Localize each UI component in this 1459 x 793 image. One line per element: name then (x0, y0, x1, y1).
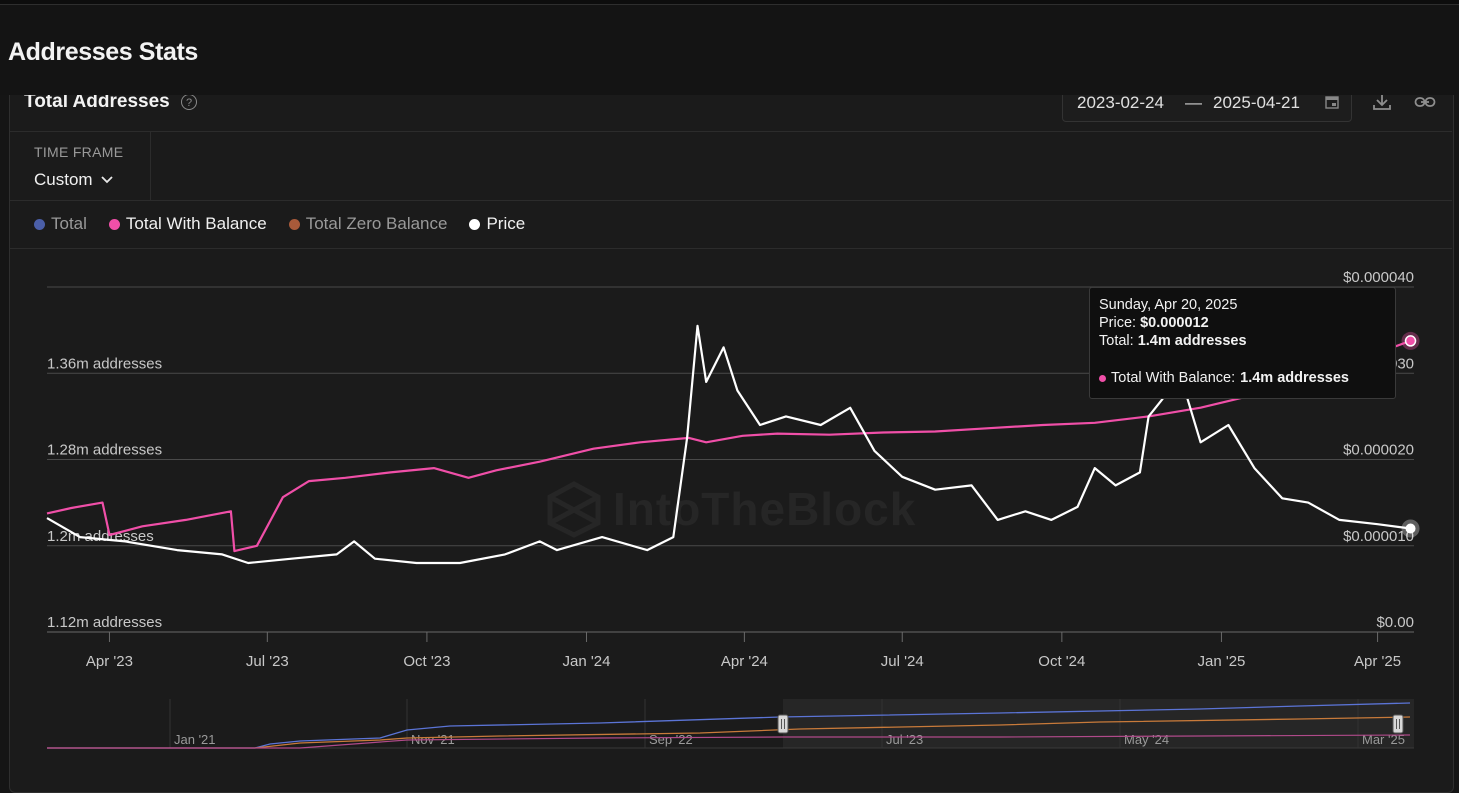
chart-tooltip: Sunday, Apr 20, 2025 Price: $0.000012 To… (1089, 287, 1396, 399)
navigator-handle-left[interactable] (777, 714, 789, 734)
y-right-tick-label: $0.000020 (1343, 442, 1414, 459)
left-axis: 1.36m addresses 1.28m addresses 1.2m addre… (47, 355, 162, 631)
y-right-tick-label: $0.00 (1376, 614, 1414, 631)
x-tick-label: Oct '23 (403, 653, 450, 670)
y-right-tick-label: $0.000040 (1343, 269, 1414, 286)
x-tick-label: Apr '24 (721, 653, 768, 670)
navigator-tick-label: Jan '21 (174, 732, 216, 747)
tooltip-price-label: Price: (1099, 315, 1137, 331)
range-navigator[interactable]: Jan '21 Nov '21 Sep '22 Jul '23 May '24 Mar '… (47, 699, 1414, 749)
x-tick-label: Oct '24 (1038, 653, 1085, 670)
page-header: Addresses Stats (0, 5, 1459, 95)
y-left-tick-label: 1.12m addresses (47, 614, 162, 631)
x-tick-label: Jan '25 (1197, 653, 1245, 670)
y-left-tick-label: 1.36m addresses (47, 355, 162, 372)
tooltip-price-value: $0.000012 (1140, 315, 1209, 331)
tooltip-series-label: Total With Balance: (1111, 370, 1236, 386)
x-tick-label: Jan '24 (563, 653, 611, 670)
x-tick-label: Jul '24 (881, 653, 924, 670)
tooltip-series-dot (1099, 374, 1106, 382)
tooltip-price: Price: $0.000012 (1099, 315, 1209, 331)
y-left-tick-label: 1.2m addresses (47, 528, 154, 545)
tooltip-series: Total With Balance: 1.4m addresses (1099, 370, 1349, 386)
navigator-tick-label: Mar '25 (1362, 732, 1405, 747)
navigator-tick-label: Jul '23 (886, 732, 923, 747)
hover-marker-total-with-balance (1404, 335, 1417, 347)
tooltip-date: Sunday, Apr 20, 2025 (1099, 297, 1238, 313)
tooltip-series-value: 1.4m addresses (1240, 370, 1349, 386)
navigator-handle-right[interactable] (1392, 714, 1404, 734)
hover-marker-price (1405, 523, 1416, 534)
navigator-selection (783, 699, 1414, 748)
x-tick-label: Jul '23 (246, 653, 289, 670)
x-axis: Apr '23 Jul '23 Oct '23 Jan '24 Apr '24 Jul '… (86, 632, 1401, 670)
y-left-tick-label: 1.28m addresses (47, 442, 162, 459)
tooltip-total-value: 1.4m addresses (1137, 333, 1247, 349)
page-title: Addresses Stats (8, 38, 198, 66)
x-tick-label: Apr '23 (86, 653, 133, 670)
navigator-tick-label: May '24 (1124, 732, 1169, 747)
tooltip-total-label: Total: (1099, 333, 1134, 349)
x-tick-label: Apr '25 (1354, 653, 1401, 670)
tooltip-total: Total: 1.4m addresses (1099, 333, 1247, 349)
